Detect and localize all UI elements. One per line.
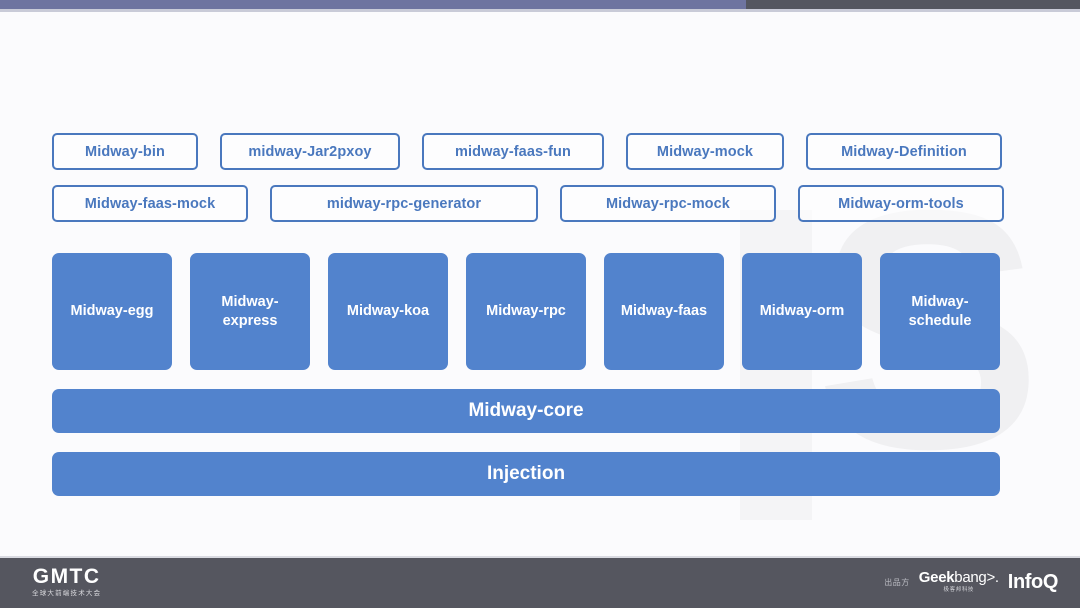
geekbang-tagline: 极客邦科技 bbox=[943, 587, 975, 593]
geekbang-wordmark: Geekbang>. bbox=[919, 570, 999, 586]
gmtc-tagline: 全球大前端技术大会 bbox=[32, 590, 102, 597]
module-box-midway-schedule[interactable]: Midway- schedule bbox=[880, 253, 1000, 370]
geekbang-word-bold: Geek bbox=[918, 569, 955, 586]
tool-box-midway-mock[interactable]: Midway-mock bbox=[626, 133, 784, 170]
presentation-progress-bar[interactable] bbox=[0, 0, 1080, 9]
tool-box-midway-orm-tools[interactable]: Midway-orm-tools bbox=[798, 185, 1004, 222]
module-box-midway-faas[interactable]: Midway-faas bbox=[604, 253, 724, 370]
tool-box-midway-bin[interactable]: Midway-bin bbox=[52, 133, 198, 170]
tool-box-midway-faas-fun[interactable]: midway-faas-fun bbox=[422, 133, 604, 170]
gmtc-logo: GMTC 全球大前端技术大会 bbox=[32, 566, 101, 598]
sponsor-label: 出品方 bbox=[884, 577, 910, 587]
tools-row-upper: Midway-bin midway-Jar2pxoy midway-faas-f… bbox=[52, 133, 1002, 170]
module-label-line1: Midway-egg bbox=[70, 303, 154, 319]
infoq-logo: InfoQ bbox=[1007, 570, 1059, 593]
module-label-line1: Midway-orm bbox=[759, 303, 845, 319]
progress-bar-shadow bbox=[0, 9, 1080, 12]
module-label-line1: Midway-koa bbox=[346, 303, 430, 319]
module-box-midway-express[interactable]: Midway- express bbox=[190, 253, 310, 370]
layer-bar-midway-core[interactable]: Midway-core bbox=[52, 389, 1000, 433]
modules-row: Midway-egg Midway- express Midway-koa Mi… bbox=[52, 253, 1000, 370]
module-box-midway-rpc[interactable]: Midway-rpc bbox=[466, 253, 586, 370]
tools-row-lower: Midway-faas-mock midway-rpc-generator Mi… bbox=[52, 185, 1004, 222]
gmtc-wordmark: GMTC bbox=[32, 565, 101, 588]
sponsor-logos: 出品方 Geekbang>. 极客邦科技 InfoQ bbox=[884, 570, 1058, 594]
module-label-line2: express bbox=[222, 312, 278, 329]
tool-box-midway-faas-mock[interactable]: Midway-faas-mock bbox=[52, 185, 248, 222]
module-label-line2: schedule bbox=[908, 312, 972, 329]
geekbang-word-thin: bang>. bbox=[954, 569, 999, 586]
module-box-midway-orm[interactable]: Midway-orm bbox=[742, 253, 862, 370]
geekbang-logo: Geekbang>. 极客邦科技 bbox=[919, 570, 999, 594]
tool-box-midway-definition[interactable]: Midway-Definition bbox=[806, 133, 1002, 170]
module-box-midway-koa[interactable]: Midway-koa bbox=[328, 253, 448, 370]
slide-footer: GMTC 全球大前端技术大会 出品方 Geekbang>. 极客邦科技 Info… bbox=[0, 558, 1080, 608]
module-label-line1: Midway- bbox=[221, 293, 279, 310]
module-label-line1: Midway- bbox=[911, 293, 969, 310]
module-label-line1: Midway-rpc bbox=[486, 303, 566, 319]
tool-box-midway-rpc-mock[interactable]: Midway-rpc-mock bbox=[560, 185, 776, 222]
tool-box-midway-jar2pxoy[interactable]: midway-Jar2pxoy bbox=[220, 133, 400, 170]
midway-architecture-diagram: Midway-bin midway-Jar2pxoy midway-faas-f… bbox=[0, 0, 1080, 548]
layer-bar-injection[interactable]: Injection bbox=[52, 452, 1000, 496]
slide-canvas: S Midway-bin midway-Jar2pxoy midway-faas… bbox=[0, 0, 1080, 608]
progress-bar-fill bbox=[0, 0, 746, 9]
tool-box-midway-rpc-generator[interactable]: midway-rpc-generator bbox=[270, 185, 538, 222]
module-label-line1: Midway-faas bbox=[620, 303, 708, 319]
module-box-midway-egg[interactable]: Midway-egg bbox=[52, 253, 172, 370]
